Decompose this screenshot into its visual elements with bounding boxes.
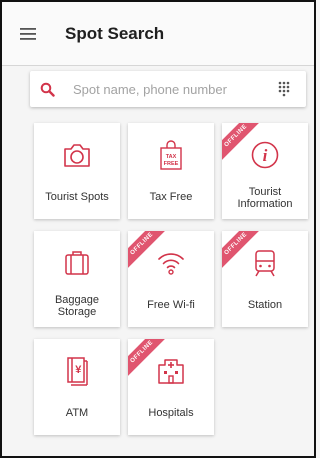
search-bar[interactable] bbox=[30, 71, 306, 107]
svg-text:i: i bbox=[263, 146, 268, 165]
tile-tourist-information[interactable]: OFFLINE i Tourist Information bbox=[222, 123, 308, 219]
camera-icon bbox=[34, 139, 120, 171]
tile-label: Baggage Storage bbox=[54, 294, 100, 318]
dialpad-icon bbox=[278, 81, 290, 97]
hospital-icon bbox=[128, 355, 214, 387]
menu-button[interactable] bbox=[16, 22, 40, 46]
tile-tax-free[interactable]: TAX FREE Tax Free bbox=[128, 123, 214, 219]
tile-label: Tax Free bbox=[149, 191, 193, 203]
train-icon bbox=[222, 247, 308, 279]
search-icon bbox=[38, 80, 56, 98]
tile-atm[interactable]: ¥ ATM bbox=[34, 339, 120, 435]
tile-station[interactable]: OFFLINE Station bbox=[222, 231, 308, 327]
tile-label: Tourist Information bbox=[237, 186, 293, 210]
wifi-icon bbox=[128, 247, 214, 279]
luggage-icon bbox=[34, 247, 120, 279]
atm-icon: ¥ bbox=[34, 355, 120, 387]
tile-tourist-spots[interactable]: Tourist Spots bbox=[34, 123, 120, 219]
page-title: Spot Search bbox=[65, 23, 165, 43]
info-icon: i bbox=[222, 139, 308, 171]
app-window: Spot Search Spot name, phone number Tour… bbox=[0, 0, 316, 458]
svg-text:TAX: TAX bbox=[166, 154, 177, 160]
tile-free-wifi[interactable]: OFFLINE Free Wi-fi bbox=[128, 231, 214, 327]
tile-label: Station bbox=[247, 299, 283, 311]
tile-label: Hospitals bbox=[148, 407, 194, 419]
dialpad-button[interactable] bbox=[274, 79, 294, 99]
tile-hospitals[interactable]: OFFLINE Hospitals bbox=[128, 339, 214, 435]
search-input[interactable] bbox=[71, 80, 274, 98]
svg-text:¥: ¥ bbox=[75, 364, 82, 376]
tile-baggage-storage[interactable]: Baggage Storage bbox=[34, 231, 120, 327]
app-bar: Spot Search bbox=[2, 2, 314, 66]
tax-free-bag-icon: TAX FREE bbox=[128, 139, 214, 171]
svg-text:FREE: FREE bbox=[164, 161, 179, 167]
tile-label: ATM bbox=[65, 407, 89, 419]
tile-label: Tourist Spots bbox=[45, 191, 109, 203]
hamburger-icon bbox=[20, 27, 36, 40]
tile-label: Free Wi-fi bbox=[147, 299, 195, 311]
